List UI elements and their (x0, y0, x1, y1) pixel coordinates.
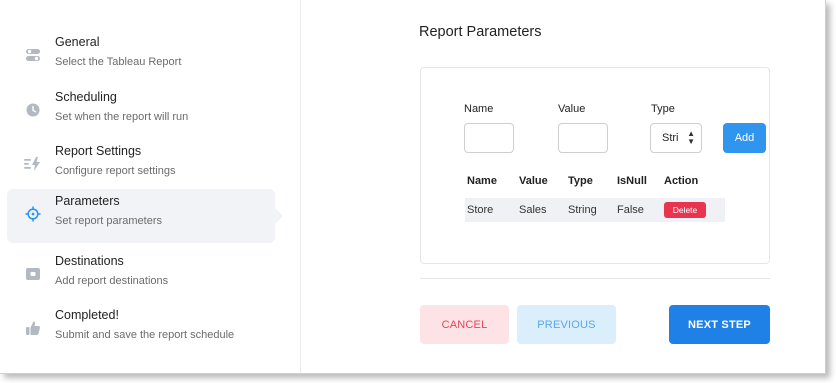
name-input[interactable] (464, 123, 514, 153)
toggle-icon (24, 46, 42, 64)
step-title: Destinations (55, 254, 124, 268)
updown-caret-icon: ▲ ▼ (687, 129, 695, 146)
table-row: Store Sales String False Delete (465, 198, 725, 222)
steps-sidebar: General Select the Tableau Report Schedu… (0, 0, 301, 373)
step-subtitle: Add report destinations (55, 275, 169, 287)
cell-value: Sales (519, 204, 547, 216)
column-header-value: Value (519, 175, 548, 187)
column-header-isnull: IsNull (617, 175, 647, 187)
type-select[interactable]: Stri ▲ ▼ (650, 123, 702, 153)
name-label: Name (464, 103, 494, 115)
column-header-name: Name (467, 175, 497, 187)
step-completed[interactable]: Completed! Submit and save the report sc… (7, 303, 275, 357)
value-label: Value (558, 103, 586, 115)
type-label: Type (651, 103, 675, 115)
step-subtitle: Submit and save the report schedule (55, 329, 235, 341)
step-subtitle: Set when the report will run (55, 111, 189, 123)
next-step-button[interactable]: NEXT STEP (669, 305, 770, 344)
step-report-settings[interactable]: Report Settings Configure report setting… (7, 139, 275, 193)
step-title: General (55, 35, 100, 49)
step-title: Report Settings (55, 144, 142, 158)
step-title: Completed! (55, 308, 119, 322)
step-title: Parameters (55, 194, 120, 208)
cell-isnull: False (617, 204, 644, 216)
cancel-button[interactable]: CANCEL (420, 305, 509, 344)
delete-button[interactable]: Delete (664, 202, 706, 218)
step-destinations[interactable]: Destinations Add report destinations (7, 249, 275, 303)
step-subtitle: Set report parameters (55, 215, 162, 227)
crosshair-icon (24, 205, 42, 223)
clock-icon (24, 101, 42, 119)
step-title: Scheduling (55, 90, 117, 104)
lightning-icon (24, 155, 42, 173)
add-button[interactable]: Add (723, 123, 766, 153)
step-subtitle: Configure report settings (55, 165, 176, 177)
cell-name: Store (467, 204, 494, 216)
column-header-action: Action (664, 175, 699, 187)
type-select-value: Stri (662, 132, 679, 144)
cell-type: String (568, 204, 597, 216)
inbox-icon (24, 265, 42, 283)
step-parameters[interactable]: Parameters Set report parameters (7, 189, 283, 243)
parameters-card: Name Value Type Stri ▲ ▼ Add Name Value T… (420, 67, 770, 264)
step-scheduling[interactable]: Scheduling Set when the report will run (7, 85, 275, 139)
value-input[interactable] (558, 123, 608, 153)
divider (420, 278, 770, 279)
previous-button[interactable]: PREVIOUS (517, 305, 616, 344)
step-subtitle: Select the Tableau Report (55, 56, 182, 68)
thumbs-up-icon (24, 319, 42, 337)
column-header-type: Type (568, 175, 593, 187)
page-title: Report Parameters (419, 24, 542, 40)
wizard-window: General Select the Tableau Report Schedu… (0, 0, 826, 374)
step-general[interactable]: General Select the Tableau Report (7, 30, 275, 84)
